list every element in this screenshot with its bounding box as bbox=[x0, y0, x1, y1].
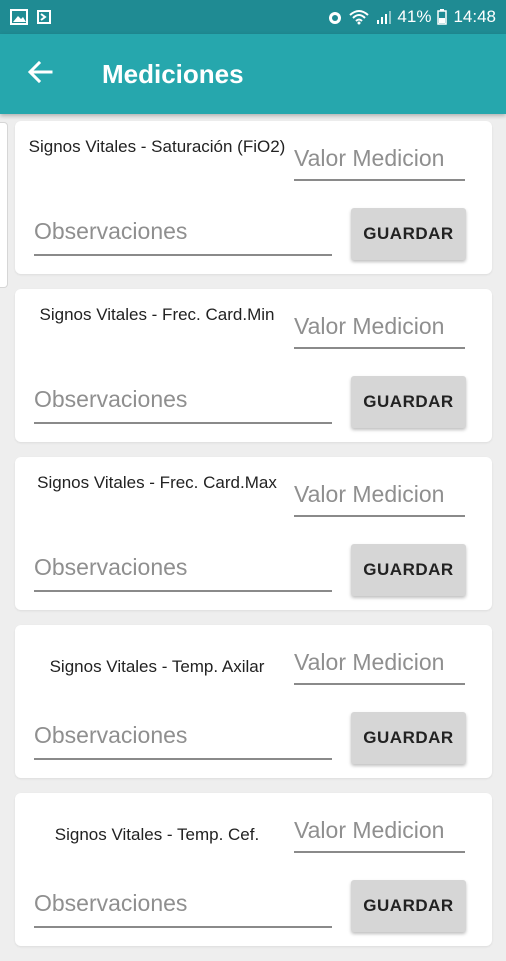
status-right: 41% 14:48 bbox=[327, 7, 496, 27]
measurement-label: Signos Vitales - Frec. Card.Max bbox=[37, 473, 277, 492]
status-left bbox=[10, 9, 52, 25]
save-button[interactable]: GUARDAR bbox=[351, 880, 466, 932]
measurement-label: Signos Vitales - Temp. Cef. bbox=[54, 825, 260, 844]
observations-input[interactable]: Observaciones bbox=[34, 386, 332, 424]
observations-input[interactable]: Observaciones bbox=[34, 722, 332, 760]
measurement-card: Signos Vitales - Frec. Card.Min Valor Me… bbox=[15, 289, 492, 442]
measurement-card: Signos Vitales - Temp. Cef. Valor Medici… bbox=[15, 793, 492, 946]
status-bar: 41% 14:48 bbox=[0, 0, 506, 34]
measurement-list: Signos Vitales - Saturación (FiO2) Valor… bbox=[15, 121, 492, 961]
value-input[interactable]: Valor Medicion bbox=[294, 145, 465, 181]
flag-icon bbox=[36, 9, 52, 25]
value-input[interactable]: Valor Medicion bbox=[294, 481, 465, 517]
save-button[interactable]: GUARDAR bbox=[351, 208, 466, 260]
signal-icon bbox=[375, 9, 392, 25]
measurement-label: Signos Vitales - Frec. Card.Min bbox=[39, 305, 275, 324]
save-button[interactable]: GUARDAR bbox=[351, 376, 466, 428]
observations-input[interactable]: Observaciones bbox=[34, 554, 332, 592]
gallery-icon bbox=[10, 9, 28, 25]
measurement-card: Signos Vitales - Temp. Axilar Valor Medi… bbox=[15, 625, 492, 778]
app-bar: Mediciones bbox=[0, 34, 506, 114]
battery-percent: 41% bbox=[397, 7, 432, 26]
status-time: 14:48 bbox=[453, 7, 496, 26]
battery-icon bbox=[437, 9, 448, 25]
wifi-icon bbox=[349, 9, 370, 25]
page-title: Mediciones bbox=[102, 58, 244, 89]
value-input[interactable]: Valor Medicion bbox=[294, 817, 465, 853]
observations-input[interactable]: Observaciones bbox=[34, 890, 332, 928]
measurement-label: Signos Vitales - Saturación (FiO2) bbox=[28, 137, 286, 156]
alarm-icon bbox=[327, 9, 343, 25]
value-input[interactable]: Valor Medicion bbox=[294, 649, 465, 685]
save-button[interactable]: GUARDAR bbox=[351, 544, 466, 596]
back-button[interactable] bbox=[12, 46, 68, 102]
measurement-card: Signos Vitales - Frec. Card.Max Valor Me… bbox=[15, 457, 492, 610]
measurement-card: Signos Vitales - Saturación (FiO2) Valor… bbox=[15, 121, 492, 274]
save-button[interactable]: GUARDAR bbox=[351, 712, 466, 764]
value-input[interactable]: Valor Medicion bbox=[294, 313, 465, 349]
arrow-left-icon bbox=[27, 60, 53, 89]
observations-input[interactable]: Observaciones bbox=[34, 218, 332, 256]
measurement-label: Signos Vitales - Temp. Axilar bbox=[49, 657, 265, 676]
side-drawer-handle[interactable] bbox=[0, 122, 8, 288]
